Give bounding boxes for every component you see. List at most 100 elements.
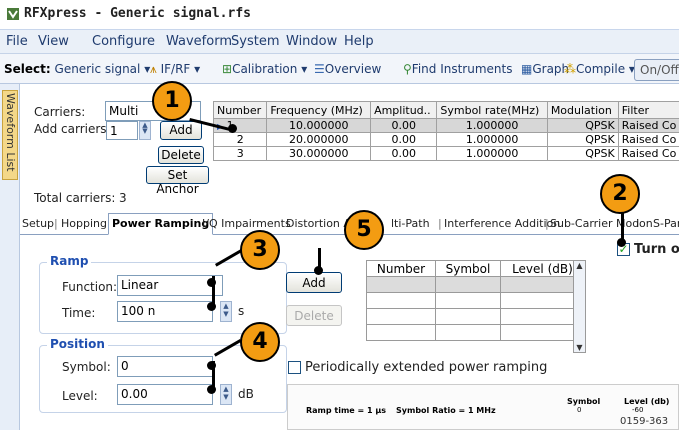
cell[interactable]: QPSK [546,118,619,133]
cell[interactable] [365,308,437,325]
add-carrier-button[interactable]: Add [160,121,202,140]
total-carriers-value: 3 [119,191,127,205]
cell[interactable]: 30.000000 [266,146,372,161]
chevron-up-icon: ▲ [576,261,583,270]
cell[interactable] [435,324,501,341]
time-input[interactable]: 100 n [117,301,213,322]
cell[interactable] [499,308,586,325]
time-stepper[interactable]: ▲ ▼ [220,301,232,322]
level-input[interactable]: 0.00 [117,384,213,405]
delete-carrier-button[interactable]: Delete [158,146,204,164]
table-row[interactable]: 2 20.000000 0.00 1.000000 QPSK Raised Co [212,132,679,147]
function-label: Function: [62,280,118,294]
function-select[interactable]: Linear [117,275,223,296]
find-instruments-button[interactable]: ⚲Find Instruments [403,62,512,76]
cell[interactable] [435,292,501,309]
select-label: Select: [4,62,51,76]
tab-s-parameters[interactable]: S-Para [653,217,679,230]
calibration-button[interactable]: ⊞Calibration ▾ [222,62,307,76]
level-value: 0.00 [121,387,148,401]
cell[interactable] [435,308,501,325]
cell[interactable] [365,276,437,293]
tab-power-ramping[interactable]: Power Ramping [108,213,214,235]
select-value: Generic signal [54,62,141,76]
tab-setup[interactable]: Setup [22,217,54,230]
cell[interactable] [365,292,437,309]
find-icon: ⚲ [403,62,412,76]
col-symbol[interactable]: Symbol [435,260,501,277]
col-number[interactable]: Number [212,101,268,119]
tab-distortion[interactable]: Distortion A [286,217,351,230]
level-unit: dB [238,387,254,401]
time-unit: s [238,304,245,318]
add-carriers-input[interactable]: 1 [106,121,138,140]
cell[interactable]: QPSK [546,146,619,161]
table-row[interactable] [365,308,586,325]
col-number[interactable]: Number [365,260,437,277]
cell[interactable]: 0.00 [370,132,438,147]
cell[interactable]: 0.00 [370,118,438,133]
table-row[interactable] [365,292,586,309]
cell: 2 [212,132,268,147]
graph-button[interactable]: ▦Graph [521,62,569,76]
set-anchor-button[interactable]: Set Anchor [146,166,209,196]
table-row[interactable]: ▶ 1 10.000000 0.00 1.000000 QPSK Raised … [212,118,679,133]
tab-hopping[interactable]: Hopping [61,217,107,230]
cell[interactable]: Raised Co [617,118,679,133]
cell[interactable]: 10.000000 [266,118,372,133]
level-stepper[interactable]: ▲ ▼ [220,384,232,405]
table-row[interactable]: 3 30.000000 0.00 1.000000 QPSK Raised Co [212,146,679,161]
cell[interactable] [499,324,586,341]
cell[interactable]: 20.000000 [266,132,372,147]
col-frequency[interactable]: Frequency (MHz) [266,101,372,119]
menu-file[interactable]: File [6,34,28,49]
cell[interactable] [435,276,501,293]
menu-view[interactable]: View [38,34,69,49]
menu-configure[interactable]: Configure [92,34,155,49]
preview-symbol-header: Symbol [567,397,601,406]
compile-button[interactable]: ⁂Compile ▾ [564,62,635,76]
menu-help[interactable]: Help [344,34,374,49]
cell[interactable]: QPSK [546,132,619,147]
tab-interference-addition[interactable]: Interference Addition [444,217,560,230]
compile-label: Compile [576,62,626,76]
if-rf-button[interactable]: ⩚ IF/RF ▾ [150,62,200,77]
cell[interactable] [499,292,586,309]
cell[interactable] [499,276,586,293]
col-amplitude[interactable]: Amplitud.. [370,101,438,119]
periodic-label: Periodically extended power ramping [305,360,548,375]
select-dropdown[interactable]: Select: Generic signal ▾ [4,62,150,76]
calibration-icon: ⊞ [222,62,233,76]
add-carriers-stepper[interactable]: ▲ ▼ [139,121,151,140]
waveform-list-tab[interactable]: Waveform List [2,90,18,180]
menu-system[interactable]: System [231,34,279,49]
col-level[interactable]: Level (dB) [499,260,586,277]
tab-sub-carrier-modulation[interactable]: Sub-Carrier Mod [550,217,639,230]
cell[interactable]: 1.000000 [436,118,548,133]
tab-multi-path[interactable]: lti-Path [391,217,430,230]
cell[interactable]: 0.00 [370,146,438,161]
add-carriers-value: 1 [110,124,118,138]
menu-waveform[interactable]: Waveform [166,34,232,49]
chevron-down-icon: ▾ [301,62,308,76]
symbol-input[interactable]: 0 [117,356,213,377]
delete-point-button[interactable]: Delete [286,305,342,326]
tab-iq-impairments[interactable]: I/Q Impairments [202,217,291,230]
cell[interactable]: 1.000000 [436,146,548,161]
table-row[interactable] [365,276,586,293]
callout-1-pointer [228,124,237,133]
on-off-button[interactable]: On/Off [634,59,679,81]
cell[interactable] [365,324,437,341]
cell[interactable]: 1.000000 [436,132,548,147]
overview-button[interactable]: ☰Overview [314,62,381,76]
col-filter[interactable]: Filter [617,101,679,119]
col-modulation[interactable]: Modulation [546,101,619,119]
points-scrollbar[interactable]: ▲ ▼ [573,260,586,353]
add-point-button[interactable]: Add [286,272,342,293]
periodic-checkbox[interactable] [288,361,301,374]
cell[interactable]: Raised Co [617,146,679,161]
menu-window[interactable]: Window [286,34,337,49]
table-row[interactable] [365,324,586,341]
col-symbol-rate[interactable]: Symbol rate(MHz) [436,101,548,119]
cell[interactable]: Raised Co [617,132,679,147]
